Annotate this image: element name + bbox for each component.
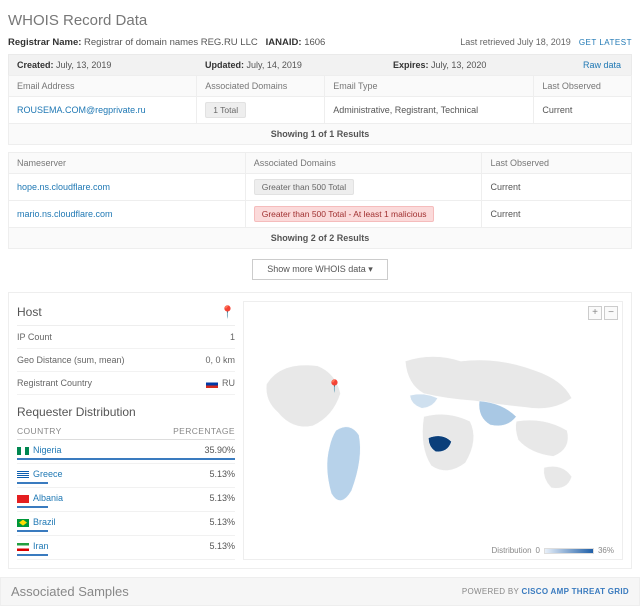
flag-icon (17, 519, 29, 527)
host-title: Host (17, 305, 42, 319)
percentage-bar (17, 530, 48, 532)
raw-data-link[interactable]: Raw data (573, 55, 631, 75)
host-panel: Host 📍 IP Count1 Geo Distance (sum, mean… (17, 301, 235, 560)
flag-icon (17, 471, 29, 479)
percentage-bar (17, 506, 48, 508)
requester-header: COUNTRYPERCENTAGE (17, 423, 235, 440)
percentage-bar (17, 458, 235, 460)
registrar-line: Registrar Name: Registrar of domain name… (8, 37, 325, 48)
nameserver-link[interactable]: hope.ns.cloudflare.com (17, 182, 110, 192)
country-link[interactable]: Albania (33, 493, 63, 503)
country-link[interactable]: Brazil (33, 517, 56, 527)
associated-samples-title: Associated Samples (11, 584, 129, 599)
flag-icon (17, 447, 29, 455)
powered-by-label: POWERED BY CISCO AMP THREAT GRID (462, 587, 629, 596)
list-item: Greece5.13% (17, 464, 235, 488)
last-retrieved-label: Last retrieved July 18, 2019 (460, 37, 571, 47)
flag-icon (17, 543, 29, 551)
table-row: hope.ns.cloudflare.com Greater than 500 … (9, 174, 632, 201)
host-row: Registrant CountryRU (17, 372, 235, 395)
table-row: ROUSEMA.COM@regprivate.ru 1 Total Admini… (9, 97, 632, 124)
list-item: Brazil5.13% (17, 512, 235, 536)
map-pin-icon: 📍 (327, 379, 342, 393)
country-link[interactable]: Nigeria (33, 445, 62, 455)
list-item: Albania5.13% (17, 488, 235, 512)
country-link[interactable]: Iran (33, 541, 49, 551)
percentage-bar (17, 554, 48, 556)
list-item: Nigeria35.90% (17, 440, 235, 464)
domains-pill[interactable]: Greater than 500 Total (254, 179, 354, 195)
domains-pill-warning[interactable]: Greater than 500 Total - At least 1 mali… (254, 206, 435, 222)
ns-results: Showing 2 of 2 Results (8, 228, 632, 249)
percentage-bar (17, 482, 48, 484)
requester-title: Requester Distribution (17, 405, 235, 419)
map-pin-icon: 📍 (220, 305, 235, 319)
page-title: WHOIS Record Data (8, 12, 632, 29)
host-row: IP Count1 (17, 326, 235, 349)
flag-icon (17, 495, 29, 503)
flag-icon (206, 380, 218, 388)
show-more-button[interactable]: Show more WHOIS data ▾ (252, 259, 388, 280)
list-item: Iran5.13% (17, 536, 235, 560)
map-legend: Distribution 0 36% (492, 546, 614, 555)
world-map[interactable]: + − 📍 (243, 301, 623, 560)
table-row: mario.ns.cloudflare.com Greater than 500… (9, 201, 632, 228)
get-latest-link[interactable]: GET LATEST (579, 38, 632, 47)
domains-pill[interactable]: 1 Total (205, 102, 246, 118)
dates-bar: Created: July, 13, 2019 Updated: July, 1… (8, 54, 632, 76)
nameserver-link[interactable]: mario.ns.cloudflare.com (17, 209, 113, 219)
host-row: Geo Distance (sum, mean)0, 0 km (17, 349, 235, 372)
country-link[interactable]: Greece (33, 469, 63, 479)
emails-results: Showing 1 of 1 Results (8, 124, 632, 145)
emails-table: Email Address Associated Domains Email T… (8, 75, 632, 124)
email-link[interactable]: ROUSEMA.COM@regprivate.ru (17, 105, 146, 115)
nameservers-table: Nameserver Associated Domains Last Obser… (8, 152, 632, 228)
